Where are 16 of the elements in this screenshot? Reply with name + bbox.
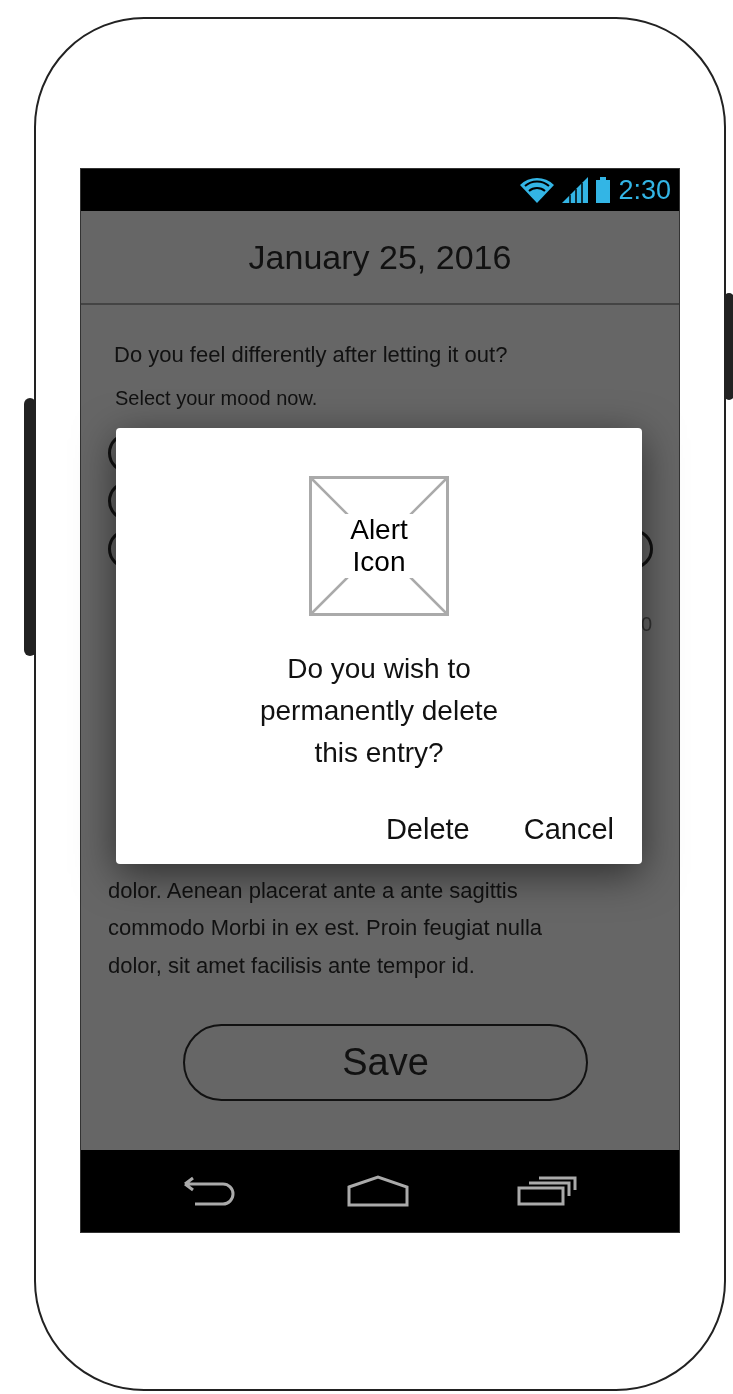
- dialog-button[interactable]: Delete: [385, 808, 470, 852]
- dialog-button[interactable]: Cancel: [523, 808, 614, 852]
- battery-icon: [596, 177, 611, 203]
- date-title: January 25, 2016: [248, 236, 512, 278]
- home-icon[interactable]: [347, 1175, 409, 1207]
- question-text: Do you feel differently after letting it out?: [113, 341, 509, 369]
- recents-icon[interactable]: [517, 1176, 577, 1206]
- signal-icon: [562, 177, 589, 203]
- hint-text: Select your mood now.: [114, 386, 319, 411]
- paragraph-text: dolor. Aenean placerat ante a ante sagittis: [108, 876, 518, 905]
- placeholder-label: Alert Icon: [344, 514, 414, 578]
- paragraph-text: dolor, sit amet facilisis ante tempor id.: [108, 951, 475, 980]
- wifi-icon: [520, 177, 555, 203]
- dialog-message: Do you wish to permanently delete this entry?: [258, 652, 500, 770]
- paragraph-text: commodo Morbi in ex est. Proin feugiat nulla: [108, 914, 543, 942]
- status-time: 2:30: [618, 173, 671, 207]
